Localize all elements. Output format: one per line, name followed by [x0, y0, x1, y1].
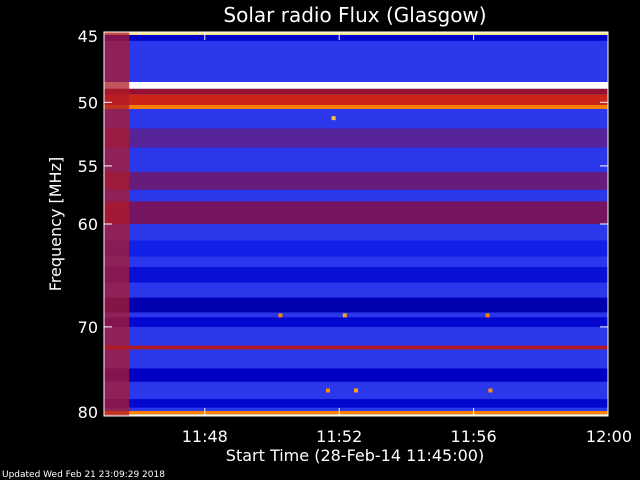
- burst-spike: [331, 116, 336, 121]
- y-tick-label: 45: [78, 27, 98, 46]
- y-tick-label: 60: [78, 215, 98, 234]
- frequency-band: [104, 368, 608, 382]
- frequency-band: [104, 171, 608, 190]
- burst-spike: [488, 388, 493, 393]
- plot-area: [104, 32, 608, 416]
- x-axis-title: Start Time (28-Feb-14 11:45:00): [226, 446, 484, 465]
- frequency-band: [104, 201, 608, 224]
- frequency-band: [104, 410, 608, 415]
- frequency-band: [104, 240, 608, 257]
- frequency-band: [104, 267, 608, 283]
- frequency-band: [104, 34, 608, 41]
- x-tick-label: 11:56: [451, 427, 497, 446]
- frequency-band: [104, 317, 608, 327]
- y-tick-label: 80: [78, 403, 98, 422]
- frequency-band: [104, 297, 608, 313]
- burst-spike: [354, 388, 358, 393]
- frequency-band: [104, 399, 608, 408]
- burst-spike: [485, 313, 490, 318]
- x-tick-label: 12:00: [586, 427, 632, 446]
- burst-spike: [326, 388, 330, 393]
- y-axis-title: Frequency [MHz]: [46, 157, 65, 291]
- frequency-band: [104, 81, 608, 89]
- y-tick-label: 55: [78, 157, 98, 176]
- y-tick-label: 50: [78, 93, 98, 112]
- frequency-band: [104, 128, 608, 148]
- burst-spike: [342, 313, 347, 318]
- frequency-band: [104, 104, 608, 109]
- spectrogram-chart: Solar radio Flux (Glasgow) 11:48 11:52 11:…: [0, 0, 640, 480]
- x-tick-label: 11:48: [182, 427, 228, 446]
- burst-spike: [278, 313, 283, 318]
- frequency-band: [104, 94, 608, 105]
- x-tick-label: 11:52: [316, 427, 362, 446]
- updated-timestamp: Updated Wed Feb 21 23:09:29 2018: [2, 470, 165, 480]
- chart-title: Solar radio Flux (Glasgow): [223, 3, 486, 27]
- frequency-band: [104, 88, 608, 95]
- y-tick-label: 70: [78, 318, 98, 337]
- frequency-band: [104, 345, 608, 350]
